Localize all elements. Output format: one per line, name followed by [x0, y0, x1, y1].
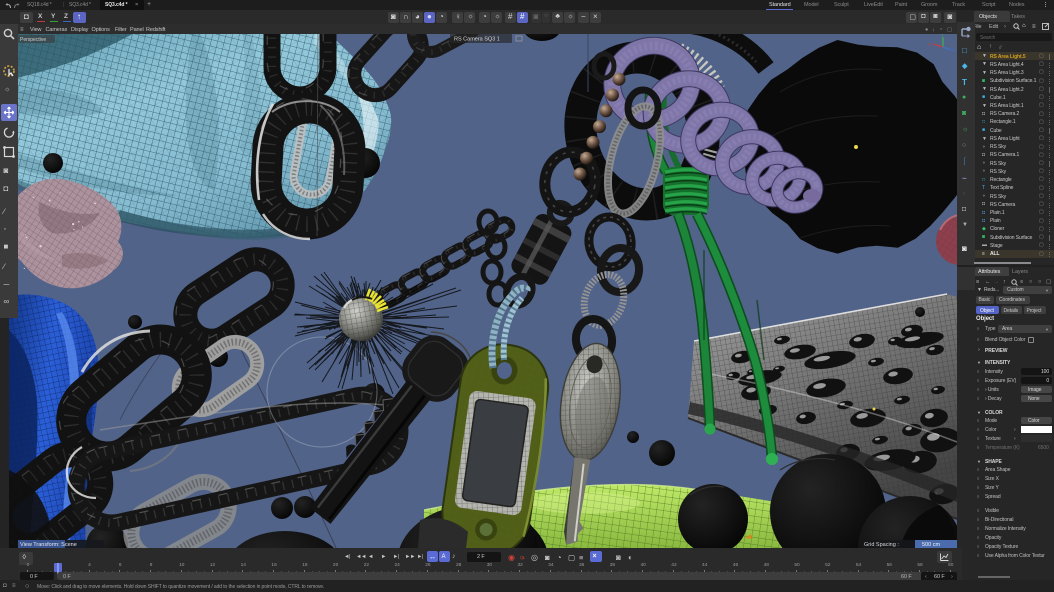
svg-text:Z: Z	[952, 48, 955, 53]
svg-text:X: X	[928, 42, 931, 47]
svg-text:Perspective: Perspective	[20, 37, 46, 43]
svg-text:RS Camera SQ3 1: RS Camera SQ3 1	[454, 37, 500, 43]
